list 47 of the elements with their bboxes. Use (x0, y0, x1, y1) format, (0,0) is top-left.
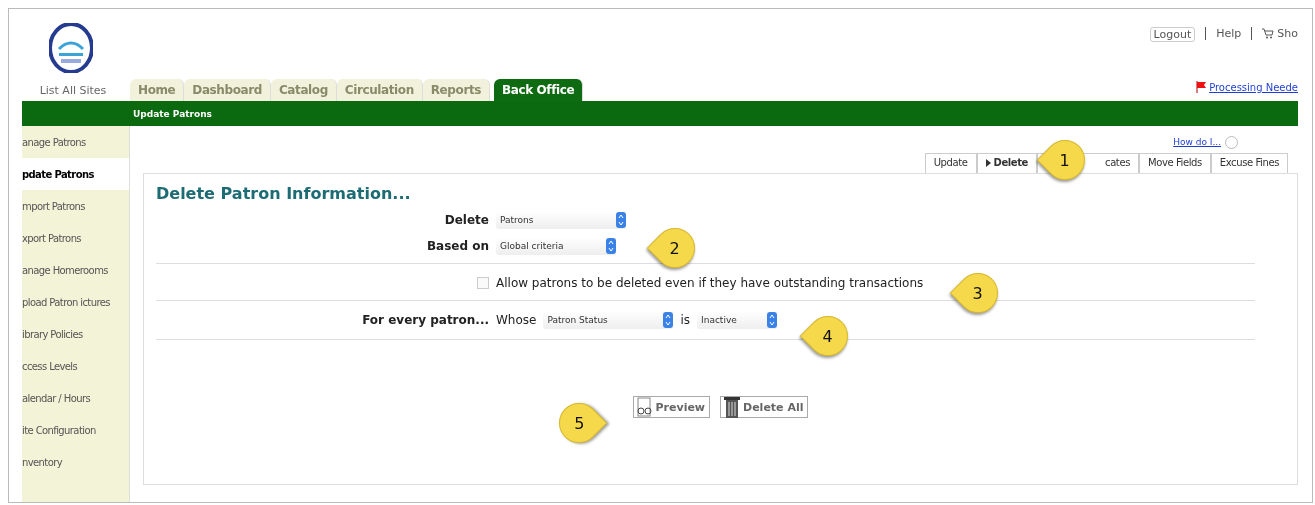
sidebar-item[interactable]: alendar / Hours (22, 382, 129, 414)
dropdown[interactable]: Patrons (496, 211, 626, 229)
sidebar-item[interactable]: pload Patron ictures (22, 286, 129, 318)
nav-tab[interactable]: Back Office (494, 79, 584, 101)
site-link[interactable]: List All Sites (22, 84, 130, 101)
dropdown[interactable]: Global criteria (496, 237, 616, 255)
dropdown[interactable]: Inactive (697, 311, 778, 329)
glasses-icon (635, 397, 654, 417)
header-link[interactable]: Help (1216, 27, 1242, 40)
logo (49, 23, 93, 73)
sidebar-item[interactable]: nventory (22, 446, 129, 478)
sidebar-item[interactable]: xport Patrons (22, 222, 129, 254)
sidebar-item[interactable]: anage Homerooms (22, 254, 129, 286)
sidebar-item[interactable]: ccess Levels (22, 350, 129, 382)
sidebar-item[interactable]: ibrary Policies (22, 318, 129, 350)
sidebar-item[interactable]: pdate Patrons (22, 158, 129, 190)
sub-tab[interactable]: Excuse Fines (1210, 153, 1288, 173)
spinner-icon (606, 238, 616, 254)
alert-link[interactable]: Processing Neede (1196, 81, 1298, 101)
sidebar-item[interactable]: ite Configuration (22, 414, 129, 446)
field-label: Delete (443, 213, 489, 227)
sub-tab[interactable]: Update (924, 153, 977, 173)
criteria-text: Whose (496, 313, 537, 327)
header-link[interactable]: Logout (1149, 27, 1196, 42)
sub-tab[interactable]: Delete (976, 153, 1037, 173)
header-link[interactable]: Sho (1262, 27, 1298, 40)
sidebar-item[interactable]: anage Patrons (22, 126, 129, 158)
dropdown[interactable]: Patron Status (543, 311, 674, 329)
spinner-icon (767, 312, 778, 328)
panel-title: Delete Patron Information... (156, 184, 412, 203)
sidebar-item[interactable]: mport Patrons (22, 190, 129, 222)
operator-text: is (680, 313, 691, 327)
criteria-label: For every patron... (361, 313, 489, 327)
caret-icon (985, 159, 991, 167)
faq-link[interactable]: How do I... (1173, 137, 1221, 147)
checkbox-label: Allow patrons to be deleted even if they have outstanding transactions (496, 276, 924, 290)
preview-button[interactable]: Preview (632, 396, 711, 418)
spinner-icon (663, 312, 674, 328)
delete-all-button[interactable]: Delete All (720, 396, 809, 418)
sub-tab[interactable]: Move Fields (1138, 153, 1211, 173)
trash-icon (723, 395, 742, 419)
spinner-icon (616, 212, 626, 228)
flag-icon (1196, 81, 1208, 93)
field-label: Based on (425, 239, 489, 253)
cart-icon (1262, 28, 1275, 39)
page-subtitle: Update Patrons (133, 108, 212, 119)
checkbox[interactable] (477, 277, 489, 289)
